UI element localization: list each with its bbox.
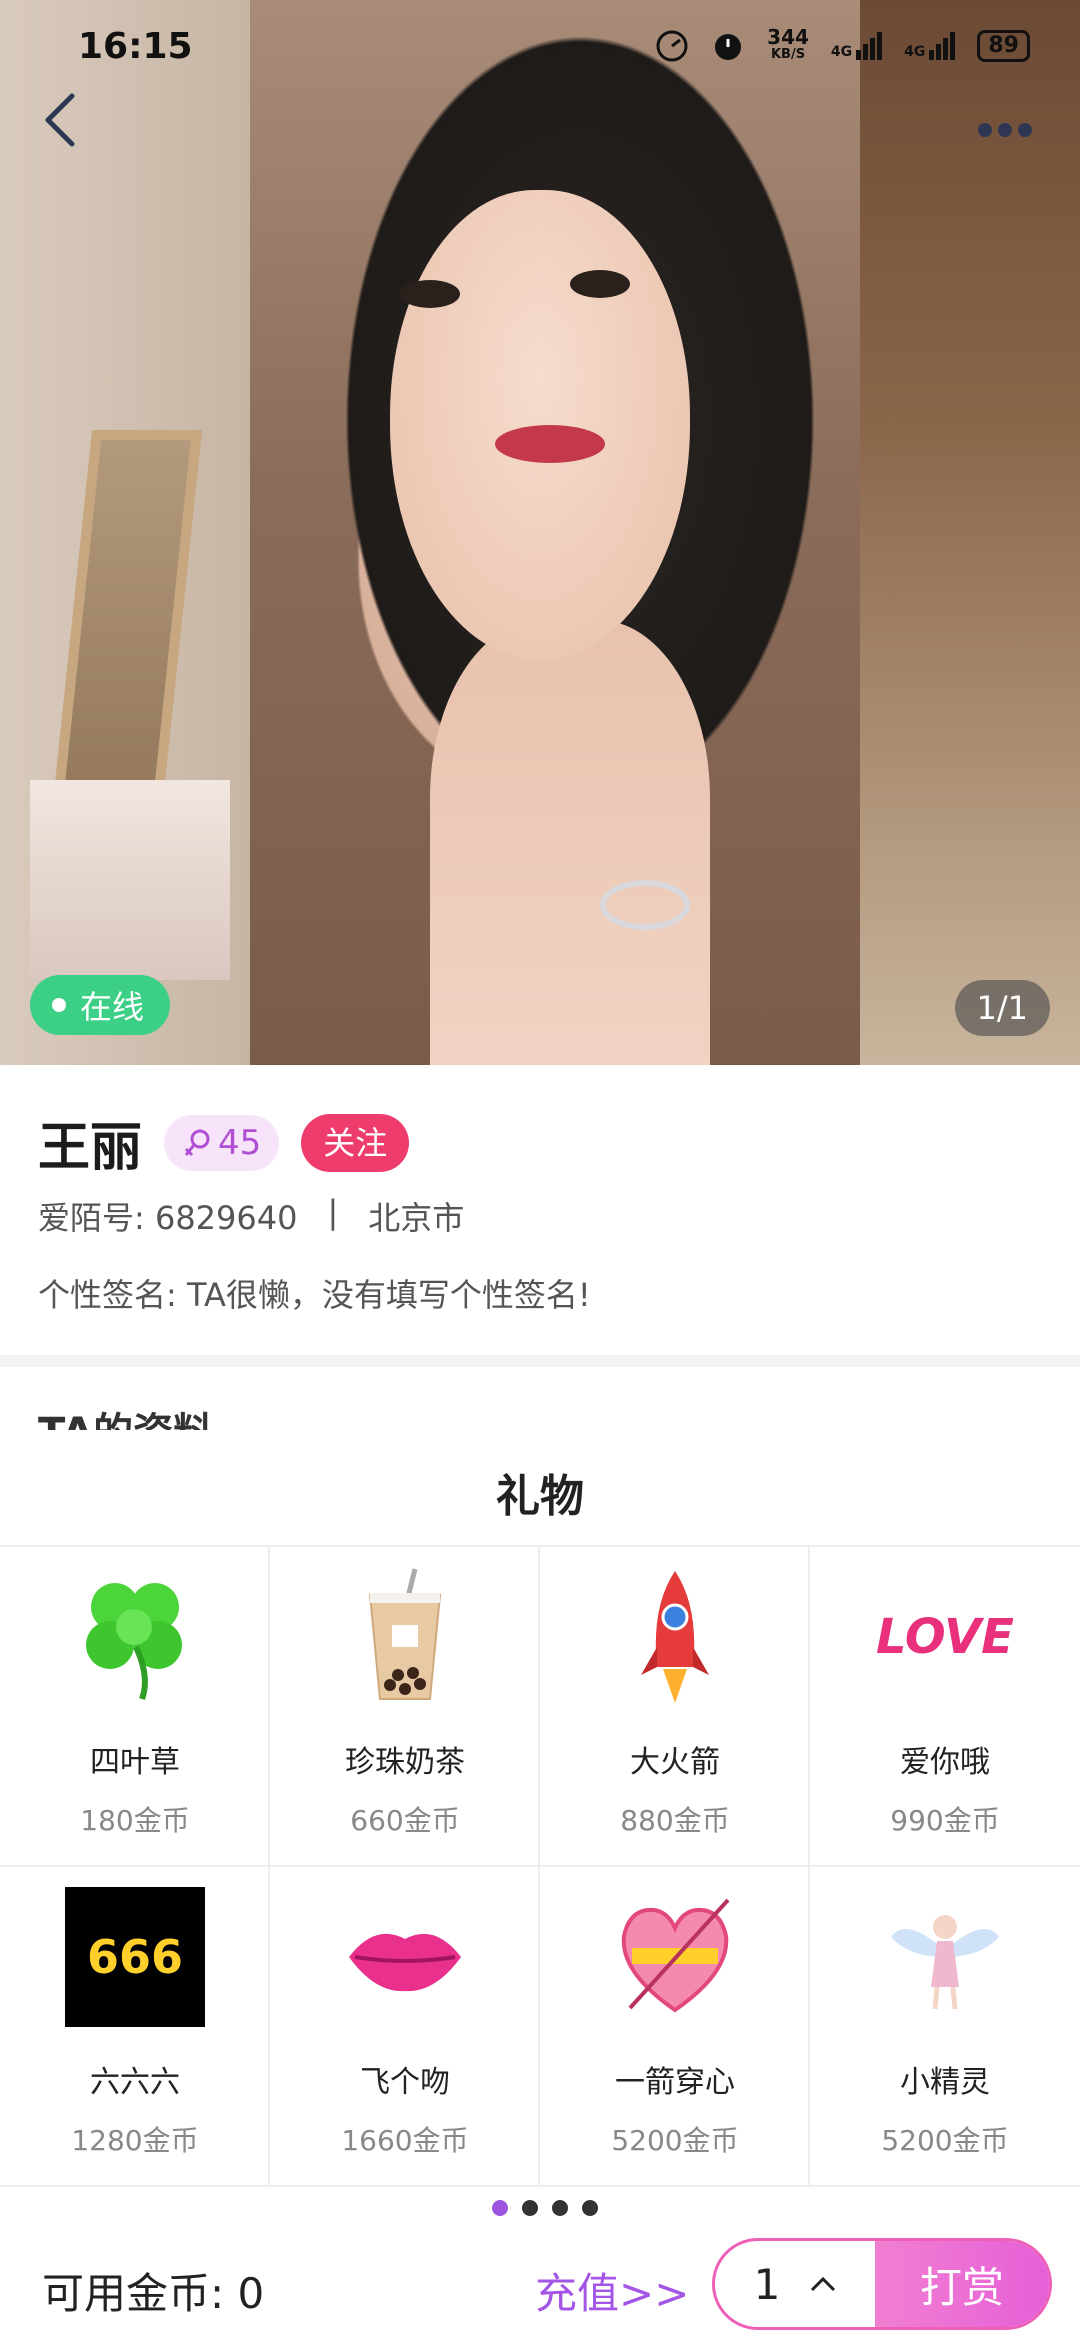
- 666-text: 666: [86, 1930, 184, 1984]
- photo-neck: [430, 620, 710, 1065]
- chevron-up-icon: [811, 2276, 836, 2292]
- signal-bars-icon: [856, 32, 883, 60]
- signal-bars-icon: [929, 32, 956, 60]
- gift-item[interactable]: 大火箭 880金币: [540, 1547, 810, 1867]
- gift-name: 爱你哦: [900, 1745, 990, 1780]
- quantity-selector[interactable]: 1: [715, 2241, 875, 2327]
- photo-lips: [495, 425, 605, 463]
- gift-price: 180金币: [80, 1804, 190, 1837]
- gift-item[interactable]: 飞个吻 1660金币: [270, 1867, 540, 2187]
- love-text: LOVE: [876, 1609, 1014, 1665]
- photo-counter: 1/1: [954, 980, 1050, 1036]
- female-icon: [184, 1129, 210, 1156]
- gift-name: 大火箭: [630, 1745, 720, 1780]
- arrow-heart-icon: [605, 1887, 745, 2027]
- net-speed-value: 344: [767, 25, 809, 49]
- gift-name: 四叶草: [90, 1745, 180, 1780]
- gift-item[interactable]: LOVE 爱你哦 990金币: [810, 1547, 1080, 1867]
- signal-2-label: 4G: [904, 44, 926, 60]
- gift-price: 5200金币: [611, 2124, 739, 2157]
- gift-name: 一箭穿心: [615, 2065, 735, 2100]
- back-button[interactable]: [40, 90, 100, 160]
- gift-action-bar: 可用金币: 0 充值>> 1 打赏: [0, 2220, 1080, 2340]
- chevron-left-icon: [45, 93, 75, 147]
- send-gift-button[interactable]: 打赏: [875, 2241, 1049, 2327]
- gift-item[interactable]: 珍珠奶茶 660金币: [270, 1547, 540, 1867]
- gift-item[interactable]: 一箭穿心 5200金币: [540, 1867, 810, 2187]
- gift-item[interactable]: 666 六六六 1280金币: [0, 1867, 270, 2187]
- gift-grid: 四叶草 180金币 珍珠奶茶 660金币 大火箭 880金币 LOVE 爱你哦 …: [0, 1545, 1080, 2187]
- pager-dot[interactable]: [582, 2200, 598, 2216]
- more-button[interactable]: [970, 110, 1040, 150]
- gift-sheet-title: 礼物: [496, 1471, 584, 1522]
- quantity-value: 1: [753, 2259, 781, 2309]
- gift-price: 1280金币: [71, 2124, 199, 2157]
- net-speed: 344 KB/S: [767, 25, 809, 64]
- available-coins: 可用金币: 0: [42, 2269, 265, 2318]
- net-speed-unit: KB/S: [770, 47, 806, 62]
- follow-button[interactable]: 关注: [301, 1113, 410, 1172]
- more-dot: [998, 123, 1012, 137]
- gift-name: 六六六: [90, 2065, 180, 2100]
- photo-eye-right: [570, 270, 630, 298]
- id-separator: |: [327, 1193, 339, 1231]
- recharge-link[interactable]: 充值>>: [535, 2260, 689, 2321]
- 666-icon: 666: [65, 1887, 205, 2027]
- user-id: 爱陌号: 6829640: [38, 1199, 298, 1237]
- photo-eye-left: [400, 280, 460, 308]
- send-group: 1 打赏: [712, 2238, 1052, 2330]
- id-row: 爱陌号: 6829640 | 北京市: [38, 1193, 464, 1239]
- clover-icon: [65, 1567, 205, 1707]
- more-dot: [978, 123, 992, 137]
- gift-item[interactable]: 小精灵 5200金币: [810, 1867, 1080, 2187]
- photo-shelf: [30, 780, 230, 980]
- signal-1: 4G: [830, 32, 883, 60]
- name-row: 王丽 45 关注: [38, 1105, 410, 1180]
- signature: 个性签名: TA很懒，没有填写个性签名!: [38, 1276, 591, 1314]
- photo-necklace: [600, 880, 690, 930]
- section-divider: [0, 1355, 1080, 1367]
- online-dot-icon: [52, 998, 66, 1012]
- battery-icon: 89: [977, 30, 1030, 62]
- pager-dot[interactable]: [492, 2200, 508, 2216]
- user-name: 王丽: [38, 1118, 143, 1178]
- rocket-icon: [605, 1567, 745, 1707]
- signal-2: 4G: [904, 32, 956, 60]
- level-value: 45: [218, 1122, 262, 1163]
- bubble-tea-icon: [335, 1567, 475, 1707]
- more-dot: [1018, 123, 1032, 137]
- pager-dot[interactable]: [522, 2200, 538, 2216]
- gift-price: 1660金币: [341, 2124, 469, 2157]
- gift-sheet: 礼物 四叶草 180金币 珍珠奶茶 660金币 大火箭 880金币 LOVE 爱…: [0, 1430, 1080, 2340]
- gift-price: 5200金币: [881, 2124, 1009, 2157]
- signal-1-label: 4G: [830, 44, 853, 60]
- gift-item[interactable]: 四叶草 180金币: [0, 1547, 270, 1867]
- pager-dot[interactable]: [552, 2200, 568, 2216]
- status-bar: 16:15 344 KB/S 4G 4G 89: [0, 0, 1080, 100]
- gift-name: 飞个吻: [360, 2065, 450, 2100]
- fairy-icon: [875, 1887, 1015, 2027]
- speedometer-icon: [656, 30, 688, 62]
- lips-icon: [335, 1887, 475, 2027]
- gift-pager: [492, 2200, 598, 2216]
- online-badge: 在线: [30, 975, 171, 1035]
- alarm-icon: [715, 34, 742, 60]
- profile-info: 王丽 45 关注 爱陌号: 6829640 | 北京市 个性签名: TA很懒，没…: [0, 1065, 1080, 1355]
- user-city: 北京市: [368, 1199, 465, 1237]
- profile-photo[interactable]: [0, 0, 1080, 1065]
- gift-price: 990金币: [890, 1804, 1000, 1837]
- status-time: 16:15: [78, 26, 193, 67]
- level-badge: 45: [164, 1114, 280, 1171]
- love-text-icon: LOVE: [865, 1567, 1025, 1707]
- gift-price: 880金币: [620, 1804, 730, 1837]
- online-label: 在线: [80, 988, 145, 1026]
- status-icons: 344 KB/S 4G 4G 89: [655, 25, 1030, 64]
- gift-name: 小精灵: [900, 2065, 990, 2100]
- gift-name: 珍珠奶茶: [345, 1745, 465, 1780]
- gift-price: 660金币: [350, 1804, 460, 1837]
